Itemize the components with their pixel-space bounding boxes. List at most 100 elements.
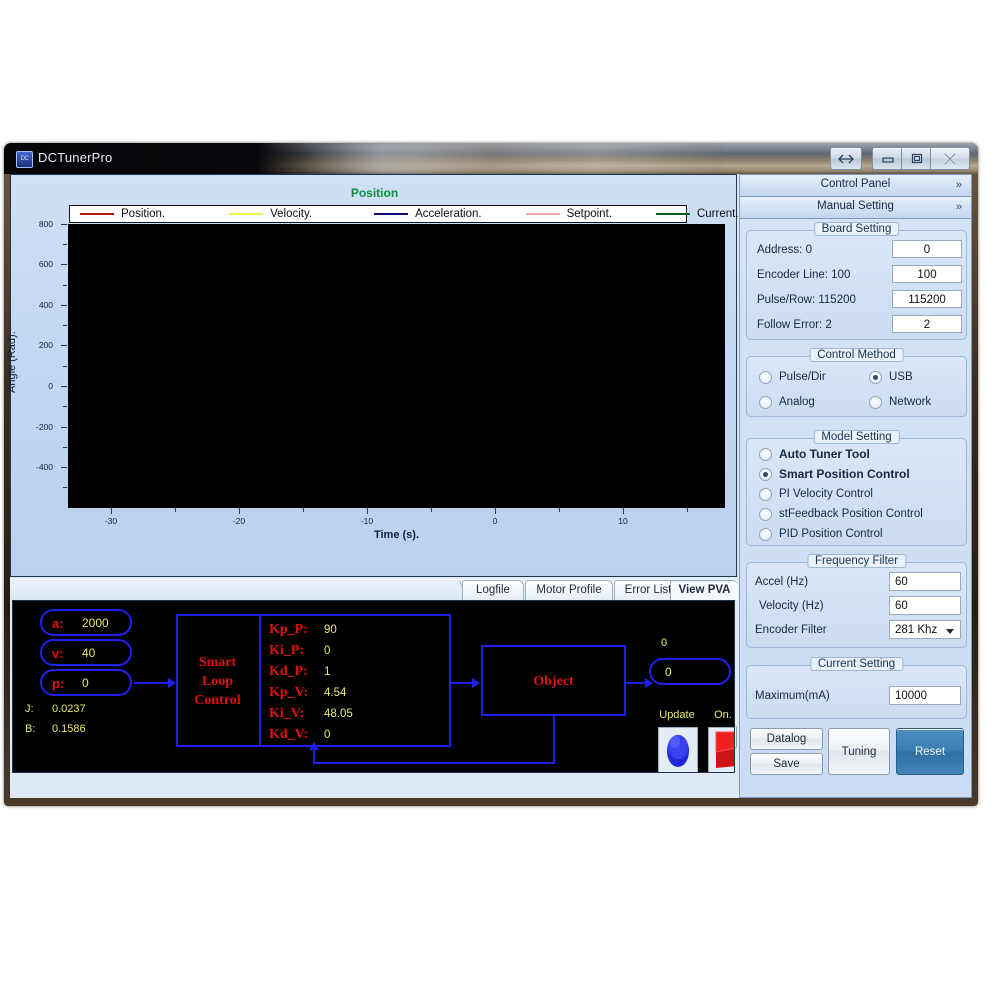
radio-auto-tuner-tool[interactable] (759, 448, 772, 461)
gain-ki-p-key: Ki_P: (269, 643, 304, 658)
follow-error-label: Follow Error: 2 (757, 319, 832, 331)
chart-legend: Position. Velocity. Acceleration. Setpoi… (69, 205, 739, 223)
radio-dot (873, 375, 878, 380)
address-label: Address: 0 (757, 244, 812, 256)
y-tick-label: 600 (38, 259, 53, 269)
tab-logfile[interactable]: Logfile (462, 580, 524, 600)
toggle-switch-icon (715, 731, 734, 768)
radio-smart-position-control[interactable] (759, 468, 772, 481)
radio-pid-position-control[interactable] (759, 528, 772, 541)
controller-label-line3: Control (194, 693, 241, 708)
follow-error-field[interactable]: 2 (892, 315, 962, 333)
window-title: DCTunerPro (38, 150, 113, 165)
save-button[interactable]: Save (750, 753, 823, 775)
velocity-hz-field[interactable]: 60 (889, 596, 961, 615)
radio-network[interactable] (869, 396, 882, 409)
radio-pi-velocity-control-label: PI Velocity Control (779, 488, 873, 500)
gain-kd-p-key: Kd_P: (269, 664, 308, 679)
maximum-ma-field[interactable]: 10000 (889, 686, 961, 705)
accel-hz-field[interactable]: 60 (889, 572, 961, 591)
input-accel-value: 2000 (82, 616, 109, 630)
radio-analog-label: Analog (779, 396, 815, 408)
radio-stfeedback-position-control-label: stFeedback Position Control (779, 508, 923, 520)
radio-usb-label: USB (889, 371, 913, 383)
gain-kp-v-value: 4.54 (324, 687, 347, 699)
gain-ki-p-value: 0 (324, 645, 331, 657)
chevron-up-icon[interactable]: » (956, 179, 962, 191)
board-setting-title: Board Setting (813, 222, 900, 236)
y-tick-label: 0 (48, 381, 53, 391)
radio-usb[interactable] (869, 371, 882, 384)
control-method-group: Control Method Pulse/Dir USB Analog Netw… (746, 348, 967, 417)
output-pill[interactable]: 0 (649, 658, 731, 685)
input-position-pill[interactable]: p: 0 (40, 669, 132, 696)
chevron-up-icon[interactable]: » (956, 201, 962, 213)
on-switch-bezel[interactable] (708, 727, 734, 772)
plot-area[interactable] (68, 224, 725, 508)
legend-label: Setpoint. (566, 208, 612, 220)
legend-item: Velocity. (229, 208, 312, 220)
close-icon[interactable] (930, 147, 970, 170)
inertia-value: 0.0237 (52, 703, 86, 715)
radio-dot (763, 472, 768, 477)
tuning-button[interactable]: Tuning (828, 728, 890, 775)
update-button-bezel[interactable] (658, 727, 698, 772)
tab-motor-profile[interactable]: Motor Profile (525, 580, 613, 600)
wire-feedback-up (313, 749, 315, 764)
model-setting-group: Model Setting Auto Tuner Tool Smart Posi… (746, 430, 967, 546)
control-panel: Control Panel » Manual Setting » Board S… (739, 174, 972, 798)
datalog-button[interactable]: Datalog (750, 728, 823, 750)
arrow-icon (168, 678, 176, 688)
legend-item: Setpoint. (525, 208, 612, 220)
radio-pulse-dir[interactable] (759, 371, 772, 384)
maximize-icon[interactable] (901, 147, 933, 170)
tab-view-pva[interactable]: View PVA (670, 580, 738, 600)
control-panel-bar[interactable]: Control Panel » (740, 175, 971, 197)
y-tick-label: 400 (38, 300, 53, 310)
current-setting-group: Current Setting Maximum(mA) 10000 (746, 657, 967, 719)
gain-ki-v-value: 48.05 (324, 708, 353, 720)
controller-label: Smart Loop Control (176, 653, 259, 710)
radio-auto-tuner-tool-label: Auto Tuner Tool (779, 447, 870, 461)
accel-hz-label: Accel (Hz) (755, 576, 809, 588)
chevron-down-icon[interactable] (946, 629, 954, 634)
radio-analog[interactable] (759, 396, 772, 409)
application-window: DC DCTunerPro Position Position. Velocit… (4, 143, 978, 806)
address-field[interactable]: 0 (892, 240, 962, 258)
reset-button[interactable]: Reset (896, 728, 964, 775)
radio-pulse-dir-label: Pulse/Dir (779, 371, 826, 383)
x-tick-label: 0 (492, 516, 498, 526)
graph-title: Position (350, 186, 399, 200)
app-icon: DC (16, 151, 33, 168)
legend-swatch-current (655, 213, 690, 215)
encoder-line-field[interactable]: 100 (892, 265, 962, 283)
y-tick-label: 800 (38, 219, 53, 229)
radio-stfeedback-position-control[interactable] (759, 508, 772, 521)
frequency-filter-group: Frequency Filter Accel (Hz) 60 Velocity … (746, 554, 967, 648)
title-bar-sheen (304, 143, 724, 174)
gain-ki-v-key: Ki_V: (269, 706, 305, 721)
control-method-title: Control Method (809, 348, 904, 362)
x-tick-label: -20 (232, 516, 246, 526)
input-velocity-key: v: (52, 646, 64, 661)
input-accel-pill[interactable]: a: 2000 (40, 609, 132, 636)
x-tick-label: -30 (104, 516, 118, 526)
current-setting-title: Current Setting (809, 657, 904, 671)
damping-value: 0.1586 (52, 723, 86, 735)
maximum-ma-label: Maximum(mA) (755, 690, 830, 702)
restore-arrows-icon[interactable] (830, 147, 862, 170)
legend-item: Position. (80, 208, 165, 220)
controller-label-line2: Loop (201, 674, 234, 689)
x-tick-label: -10 (360, 516, 374, 526)
gain-kp-p-value: 90 (324, 624, 337, 636)
input-velocity-pill[interactable]: v: 40 (40, 639, 132, 666)
pulse-row-field[interactable]: 115200 (892, 290, 962, 308)
minimize-icon[interactable] (872, 147, 904, 170)
encoder-filter-combo[interactable]: 281 Khz (889, 620, 961, 639)
update-led-icon (667, 735, 689, 767)
wire-feedback-left (313, 762, 555, 764)
radio-pi-velocity-control[interactable] (759, 488, 772, 501)
legend-label: Velocity. (270, 208, 313, 220)
input-position-value: 0 (82, 676, 89, 690)
manual-setting-bar[interactable]: Manual Setting » (740, 197, 971, 219)
